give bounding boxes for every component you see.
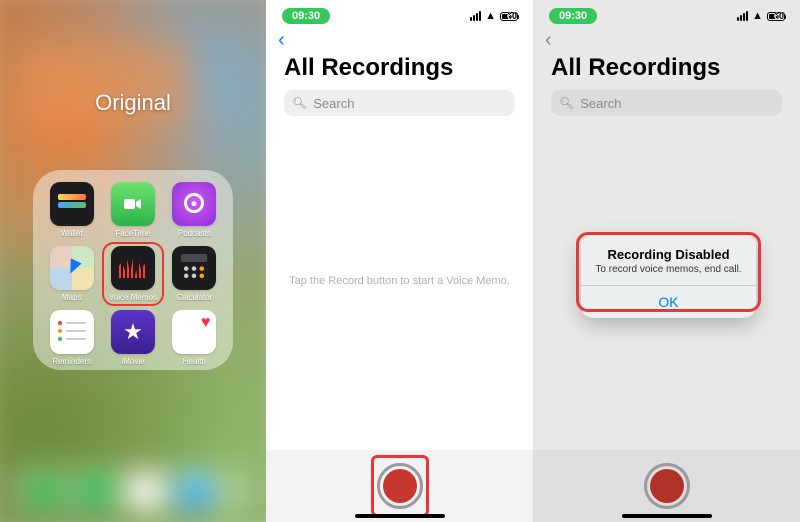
page-title: All Recordings <box>533 54 800 90</box>
battery-text: 60 <box>507 11 517 21</box>
nav-row: ‹ <box>266 26 533 54</box>
record-toolbar <box>533 450 800 522</box>
app-reminders[interactable]: Reminders <box>45 310 98 366</box>
calculator-icon <box>172 246 216 290</box>
home-screen-panel: Original Wallet FaceTime Podcasts Maps V… <box>0 0 266 522</box>
back-button: ‹ <box>545 29 552 52</box>
home-indicator[interactable] <box>622 514 712 518</box>
search-placeholder: Search <box>580 96 621 111</box>
wallet-icon <box>50 182 94 226</box>
voice-memos-alert-panel: 09:30 ▲ 60 ‹ All Recordings 🔍︎ Search Re… <box>533 0 800 522</box>
app-calculator[interactable]: Calculator <box>168 246 221 302</box>
facetime-icon <box>111 182 155 226</box>
highlight-box <box>576 232 761 312</box>
search-input: 🔍︎ Search <box>551 90 782 116</box>
app-folder: Wallet FaceTime Podcasts Maps Voice Memo… <box>33 170 233 370</box>
cellular-signal-icon <box>470 11 481 21</box>
app-voice-memos[interactable]: Voice Memos <box>102 242 163 306</box>
search-input[interactable]: 🔍︎ Search <box>284 90 515 116</box>
home-indicator[interactable] <box>355 514 445 518</box>
cellular-signal-icon <box>737 11 748 21</box>
podcasts-icon <box>172 182 216 226</box>
folder-title: Original <box>0 90 266 116</box>
search-icon: 🔍︎ <box>559 96 574 110</box>
wifi-icon: ▲ <box>752 10 763 22</box>
app-wallet[interactable]: Wallet <box>45 182 98 238</box>
status-time-pill[interactable]: 09:30 <box>549 8 597 24</box>
status-bar: 09:30 ▲ 60 <box>266 0 533 26</box>
voice-memos-panel: 09:30 ▲ 60 ‹ All Recordings 🔍︎ Search Ta… <box>266 0 533 522</box>
highlight-box <box>371 455 429 517</box>
battery-text: 60 <box>774 11 784 21</box>
reminders-icon <box>50 310 94 354</box>
page-title: All Recordings <box>266 54 533 90</box>
app-health[interactable]: Health <box>168 310 221 366</box>
nav-row: ‹ <box>533 26 800 54</box>
search-icon: 🔍︎ <box>292 96 307 110</box>
app-facetime[interactable]: FaceTime <box>106 182 159 238</box>
empty-hint: Tap the Record button to start a Voice M… <box>266 275 533 287</box>
record-button <box>644 463 690 509</box>
app-maps[interactable]: Maps <box>45 246 98 302</box>
maps-icon <box>50 246 94 290</box>
imovie-icon <box>111 310 155 354</box>
app-imovie[interactable]: iMovie <box>106 310 159 366</box>
back-button[interactable]: ‹ <box>278 29 285 52</box>
health-icon <box>172 310 216 354</box>
status-bar: 09:30 ▲ 60 <box>533 0 800 26</box>
app-podcasts[interactable]: Podcasts <box>168 182 221 238</box>
wifi-icon: ▲ <box>485 10 496 22</box>
status-time-pill[interactable]: 09:30 <box>282 8 330 24</box>
search-placeholder: Search <box>313 96 354 111</box>
voice-memos-icon <box>111 246 155 290</box>
